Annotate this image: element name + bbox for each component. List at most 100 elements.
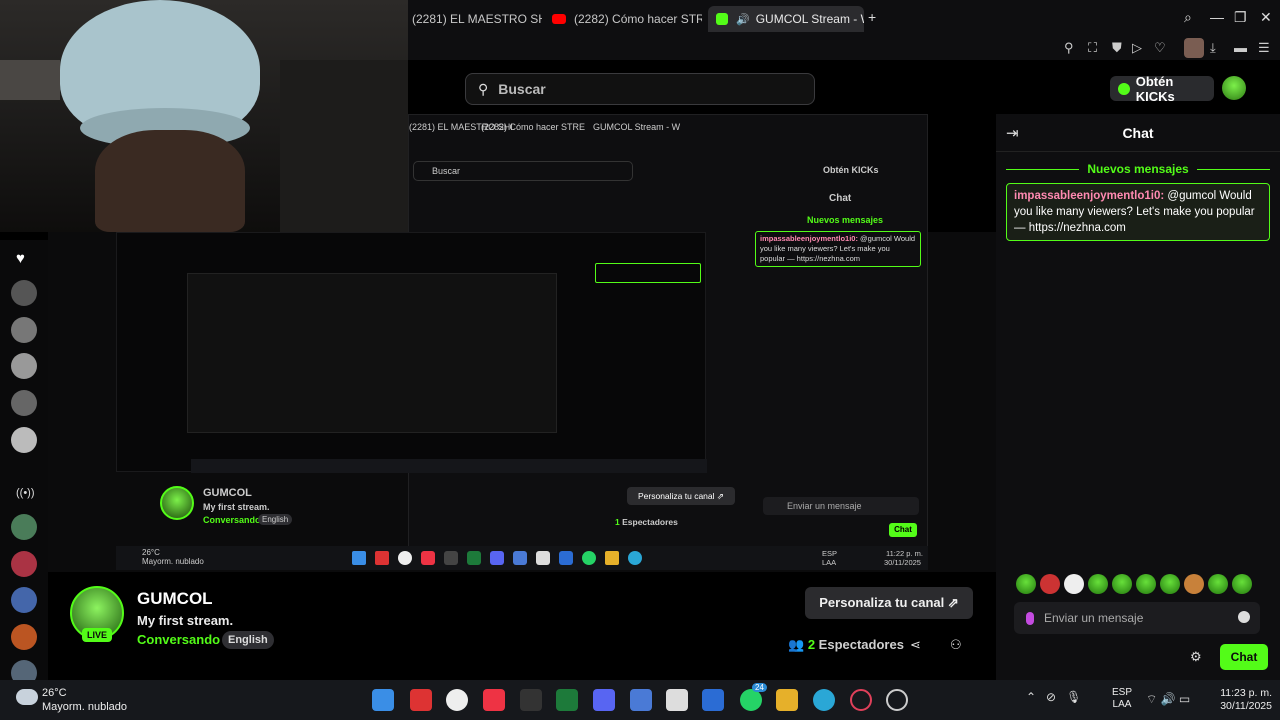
sidebar-channel-avatar[interactable] (11, 514, 37, 540)
weather-condition: Mayorm. nublado (42, 701, 127, 713)
chat-input[interactable] (1044, 611, 1214, 625)
shield-icon[interactable]: ⛊ (1112, 40, 1122, 56)
emote-bar (1016, 574, 1266, 596)
share-icon[interactable]: ⋖ (910, 637, 921, 653)
chat-username[interactable]: impassableenjoymentlo1i0: (1014, 190, 1164, 202)
app-icon[interactable] (630, 689, 652, 711)
settings-icon[interactable]: ⚙ (1190, 649, 1202, 665)
chrome-icon[interactable] (446, 689, 468, 711)
left-sidebar: ♥ ((•)) (0, 240, 48, 686)
windows-icon[interactable] (372, 689, 394, 711)
channel-name[interactable]: GUMCOL (137, 589, 213, 609)
weather-temp: 26°C (42, 687, 67, 699)
new-messages-label: Nuevos mensajes (1087, 162, 1189, 176)
search-bar[interactable]: ⚲ Buscar (465, 73, 815, 105)
capcut-alt-icon[interactable] (666, 689, 688, 711)
tab-label: (2281) EL MAESTRO SHI (412, 12, 542, 26)
nested-stream-title: My first stream. (203, 502, 270, 512)
close-window-icon[interactable]: ✕ (1260, 9, 1272, 26)
follow-icon[interactable]: ⚇ (950, 637, 962, 653)
clock[interactable]: 11:23 p. m. 30/11/2025 (1210, 687, 1272, 713)
opera-icon[interactable] (850, 689, 872, 711)
nested-chat-title: Chat (829, 193, 852, 204)
browser-tab-2[interactable]: (2282) Cómo hacer STRE (552, 6, 702, 32)
nested-viewers: 1 Espectadores (615, 517, 678, 527)
edge-icon[interactable] (813, 689, 835, 711)
heart-icon[interactable]: ♡ (1154, 40, 1166, 56)
emote-icon[interactable] (1184, 574, 1204, 594)
emote-icon[interactable] (1040, 574, 1060, 594)
profile-avatar[interactable] (1184, 38, 1204, 58)
obs-icon[interactable] (886, 689, 908, 711)
weather-icon[interactable] (16, 689, 38, 705)
sidebar-channel-avatar[interactable] (11, 587, 37, 613)
nested-deep-taskbar (191, 459, 707, 473)
emote-icon[interactable] (1112, 574, 1132, 594)
word-icon[interactable] (702, 689, 724, 711)
emote-icon[interactable] (1064, 574, 1084, 594)
language-tag[interactable]: English (222, 631, 274, 649)
search-tabs-icon[interactable]: ⌕ (1184, 9, 1192, 26)
minimize-icon[interactable]: — (1210, 9, 1224, 25)
discord-icon[interactable] (593, 689, 615, 711)
mcafee-icon[interactable] (410, 689, 432, 711)
emote-icon[interactable] (1136, 574, 1156, 594)
nested-language: English (258, 514, 293, 525)
emote-icon[interactable] (1016, 574, 1036, 594)
restore-icon[interactable]: ❐ (1234, 9, 1247, 26)
chat-send-button[interactable]: Chat (1220, 644, 1268, 670)
stream-category[interactable]: Conversando (137, 632, 220, 647)
user-avatar[interactable] (1222, 76, 1246, 100)
network-volume-battery-icons[interactable]: ⌔ 🔊 ▭ (1146, 692, 1190, 707)
viewers-icon: 👥 (788, 637, 805, 652)
browser-tab-1[interactable]: (2281) EL MAESTRO SHI (412, 6, 542, 32)
collapse-chat-icon[interactable]: ⇥ (1006, 124, 1019, 142)
get-kicks-label: Obtén KICKs (1135, 73, 1175, 104)
capcut-icon[interactable] (520, 689, 542, 711)
get-kicks-button[interactable]: Obtén KICKs (1110, 73, 1214, 104)
mic-icon[interactable] (1026, 611, 1034, 625)
download-icon[interactable]: ⤓ (1210, 40, 1216, 56)
pin-icon[interactable]: ⚲ (1064, 40, 1074, 56)
viewer-count: 👥 2 Espectadores (788, 637, 904, 653)
sidebar-channel-avatar[interactable] (11, 390, 37, 416)
sidebar-channel-avatar[interactable] (11, 427, 37, 453)
emote-icon[interactable] (1208, 574, 1228, 594)
nested-tab-label: GUMCOL Stream - W (593, 122, 681, 132)
emote-icon[interactable] (1232, 574, 1252, 594)
emote-icon[interactable] (1160, 574, 1180, 594)
nested-customize-button: Personaliza tu canal ⇗ (627, 487, 735, 505)
speaker-icon: 🔊 (736, 13, 750, 26)
new-tab-button[interactable]: + (868, 9, 876, 25)
sidebar-channel-avatar[interactable] (11, 624, 37, 650)
play-icon[interactable]: ▷ (1132, 40, 1142, 56)
emoji-icon[interactable] (1238, 611, 1250, 623)
webcam-person-face (95, 130, 245, 232)
nested-taskbar: 26°C Mayorm. nublado ESP LAA 11:22 p. m.… (116, 546, 928, 570)
nested-taskbar-apps (352, 551, 692, 565)
following-heart-icon[interactable]: ♥ (16, 250, 25, 267)
viewer-count-number: 2 (807, 637, 816, 652)
chat-message[interactable]: impassableenjoymentlo1i0: @gumcol Would … (1006, 183, 1270, 241)
emote-icon[interactable] (1088, 574, 1108, 594)
new-messages-divider[interactable]: Nuevos mensajes (1006, 160, 1271, 178)
nested-chat-message: impassableenjoymentlo1i0: @gumcol Would … (755, 231, 921, 267)
excel-icon[interactable] (556, 689, 578, 711)
webcam-background-cloth (280, 60, 408, 232)
sidebar-channel-avatar[interactable] (11, 353, 37, 379)
viewer-count-label: Espectadores (818, 637, 904, 652)
sidebar-channel-avatar[interactable] (11, 317, 37, 343)
menu-icon[interactable]: ☰ (1258, 40, 1270, 56)
customize-channel-button[interactable]: Personaliza tu canal ⇗ (805, 587, 973, 619)
toggle-icon[interactable]: ▬ (1234, 40, 1247, 55)
whatsapp-icon[interactable]: 24 (740, 683, 767, 711)
screenshot-icon[interactable]: ⛶ (1088, 40, 1097, 56)
input-language[interactable]: ESP LAA (1112, 687, 1132, 711)
browser-tab-active[interactable]: 🔊 GUMCOL Stream - W (708, 6, 864, 32)
chat-input-box[interactable] (1014, 602, 1260, 634)
music-icon[interactable] (483, 689, 505, 711)
sidebar-channel-avatar[interactable] (11, 280, 37, 306)
file-explorer-icon[interactable] (776, 689, 798, 711)
sidebar-channel-avatar[interactable] (11, 551, 37, 577)
system-tray[interactable]: ⌃ ⊘ 🎙 (1026, 690, 1081, 704)
